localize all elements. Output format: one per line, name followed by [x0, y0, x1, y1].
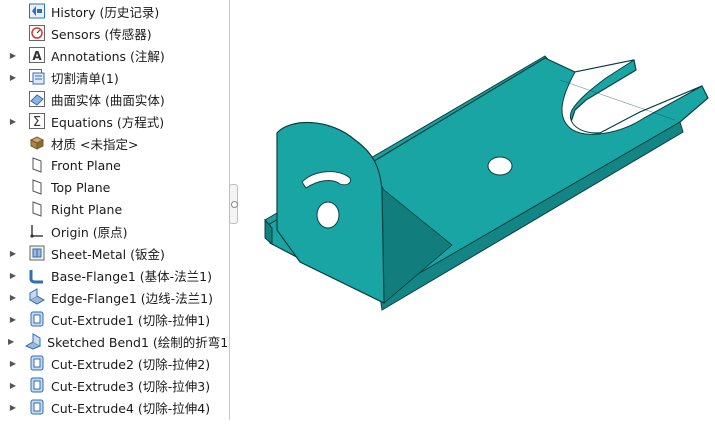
expand-arrow-icon[interactable]: ▶: [8, 359, 18, 368]
tree-item[interactable]: History (历史记录): [0, 0, 229, 22]
surface-bodies-icon: [28, 90, 46, 108]
tree-item[interactable]: ▶ Sheet-Metal (钣金): [0, 242, 229, 264]
tree-item[interactable]: Top Plane: [0, 176, 229, 198]
tree-item-label: Cut-Extrude4 (切除-拉伸4): [51, 400, 211, 416]
plane-icon: [28, 200, 46, 218]
expand-arrow-icon[interactable]: ▶: [8, 117, 18, 126]
tree-item-label: Cut-Extrude2 (切除-拉伸2): [51, 356, 211, 372]
material-icon: [28, 134, 46, 152]
tree-item-label: Base-Flange1 (基体-法兰1): [51, 268, 212, 284]
sheet-metal-icon: [28, 244, 46, 262]
history-icon: [28, 2, 46, 20]
tree-item-label: Equations (方程式): [51, 114, 165, 130]
tree-item[interactable]: 曲面实体 (曲面实体): [0, 88, 229, 110]
cut-extrude-icon: [28, 310, 46, 328]
tree-item[interactable]: Sensors (传感器): [0, 22, 229, 44]
tree-item[interactable]: ▶ Base-Flange1 (基体-法兰1): [0, 264, 229, 286]
tree-item[interactable]: ▶ Cut-Extrude3 (切除-拉伸3): [0, 374, 229, 396]
sketched-bend-icon: [24, 332, 42, 350]
expand-arrow-icon[interactable]: ▶: [8, 293, 18, 302]
tree-item[interactable]: ▶ Cut-Extrude2 (切除-拉伸2): [0, 352, 229, 374]
annotations-icon: A: [28, 46, 46, 64]
equations-icon: Σ: [28, 112, 46, 130]
part-plate-hole: [487, 156, 513, 176]
graphics-viewport[interactable]: [240, 0, 715, 420]
tree-item[interactable]: ▶ Edge-Flange1 (边线-法兰1): [0, 286, 229, 308]
origin-icon: [28, 222, 46, 240]
tree-item-label: Sheet-Metal (钣金): [51, 246, 165, 262]
tree-item[interactable]: ▶ Cut-Extrude4 (切除-拉伸4): [0, 396, 229, 418]
cut-list-icon: [28, 68, 46, 86]
expand-arrow-icon[interactable]: ▶: [8, 315, 18, 324]
edge-flange-icon: [28, 288, 46, 306]
tree-item-label: 曲面实体 (曲面实体): [51, 92, 165, 108]
feature-manager-tree: History (历史记录) Sensors (传感器) ▶ A Annotations…: [0, 0, 230, 420]
cut-extrude-icon: [28, 354, 46, 372]
tree-item[interactable]: Front Plane: [0, 154, 229, 176]
tree-item-label: Annotations (注解): [51, 48, 165, 64]
tree-item-label: Right Plane: [51, 201, 123, 217]
part-flange-hole: [316, 201, 340, 229]
expand-arrow-icon[interactable]: ▶: [8, 73, 18, 82]
splitter-grip[interactable]: [229, 184, 238, 224]
svg-text:Σ: Σ: [33, 115, 41, 130]
tree-item-label: Origin (原点): [51, 224, 128, 240]
svg-text:A: A: [32, 49, 42, 63]
plane-icon: [28, 156, 46, 174]
tree-item[interactable]: ▶ Σ Equations (方程式): [0, 110, 229, 132]
expand-arrow-icon[interactable]: ▶: [8, 337, 14, 346]
tree-item-label: 切割清单(1): [51, 70, 119, 86]
tree-item[interactable]: ▶ Sketched Bend1 (绘制的折弯1): [0, 330, 229, 352]
tree-item[interactable]: Right Plane: [0, 198, 229, 220]
sensor-icon: [28, 24, 46, 42]
grip-dot-icon: [231, 201, 238, 208]
base-flange-icon: [28, 266, 46, 284]
tree-item-label: Edge-Flange1 (边线-法兰1): [51, 290, 213, 306]
expand-arrow-icon[interactable]: ▶: [8, 403, 18, 412]
cut-extrude-icon: [28, 398, 46, 416]
sheet-metal-part-model[interactable]: [240, 0, 715, 420]
tree-item-label: Sensors (传感器): [51, 26, 152, 42]
expand-arrow-icon[interactable]: ▶: [8, 271, 18, 280]
tree-item-label: Front Plane: [51, 157, 121, 173]
tree-item[interactable]: ▶ A Annotations (注解): [0, 44, 229, 66]
expand-arrow-icon[interactable]: ▶: [8, 51, 18, 60]
tree-item[interactable]: Origin (原点): [0, 220, 229, 242]
cut-extrude-icon: [28, 376, 46, 394]
tree-item-label: 材质 <未指定>: [51, 136, 139, 152]
expand-arrow-icon[interactable]: ▶: [8, 381, 18, 390]
tree-item-label: History (历史记录): [51, 4, 160, 20]
tree-item-label: Cut-Extrude1 (切除-拉伸1): [51, 312, 211, 328]
tree-item[interactable]: ▶ 切割清单(1): [0, 66, 229, 88]
tree-item[interactable]: 材质 <未指定>: [0, 132, 229, 154]
expand-arrow-icon[interactable]: ▶: [8, 249, 18, 258]
tree-item-label: Top Plane: [51, 179, 111, 195]
tree-item[interactable]: ▶ Cut-Extrude1 (切除-拉伸1): [0, 308, 229, 330]
tree-item-label: Cut-Extrude3 (切除-拉伸3): [51, 378, 211, 394]
tree-item-label: Sketched Bend1 (绘制的折弯1): [47, 334, 230, 350]
plane-icon: [28, 178, 46, 196]
